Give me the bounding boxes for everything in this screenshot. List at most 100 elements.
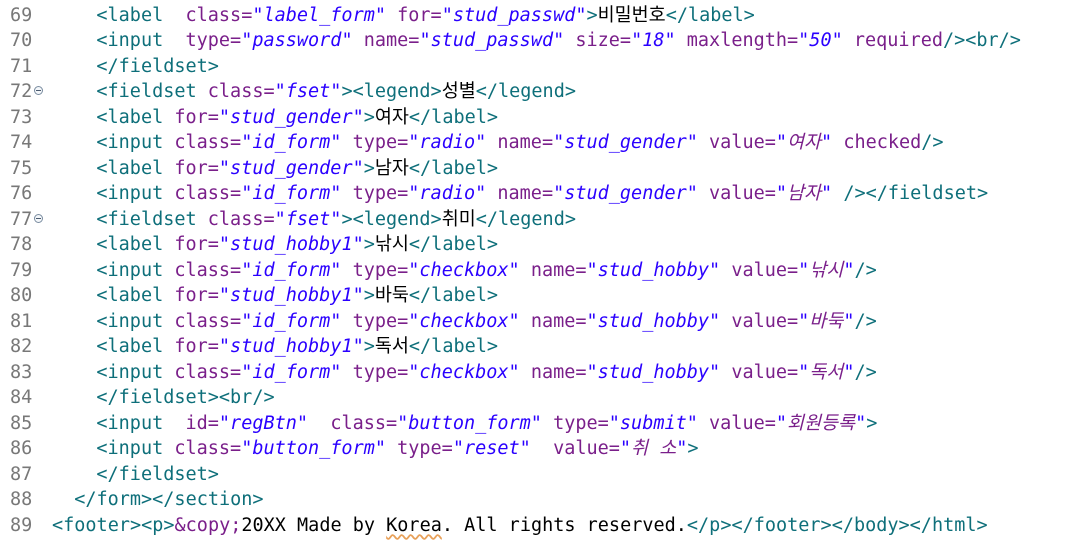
code-token: &copy;: [174, 514, 242, 536]
code-text: </fieldset>: [96, 54, 219, 80]
code-token: <footer><p>: [52, 514, 175, 536]
code-text: <footer><p>&copy;20XX Made by Korea. All…: [52, 513, 988, 539]
code-token: "id_form": [241, 259, 342, 281]
code-line[interactable]: 83 <input class="id_form" type="checkbox"…: [0, 360, 1071, 386]
code-token: 바둑: [374, 285, 409, 306]
code-token: </form></section>: [74, 489, 264, 510]
code-token: name=: [497, 183, 554, 204]
code-token: required: [853, 30, 943, 51]
code-line[interactable]: 74 <input class="id_form" type="radio" na…: [0, 130, 1071, 156]
code-token: class=: [174, 438, 242, 459]
code-line[interactable]: 89 <footer><p>&copy;20XX Made by Korea. A…: [0, 513, 1071, 539]
code-token: id=: [185, 412, 219, 434]
code-text: <input class="id_form" type="checkbox" n…: [96, 258, 876, 284]
code-token: "reset": [452, 438, 531, 459]
code-line[interactable]: 71 </fieldset>: [0, 54, 1071, 80]
code-text: <input class="id_form" type="checkbox" n…: [96, 309, 876, 335]
code-line[interactable]: 82 <label for="stud_hobby1">독서</label>: [0, 334, 1071, 360]
code-token: "stud_hobby": [586, 361, 721, 383]
code-token: "18": [631, 30, 676, 51]
code-token: value=: [709, 412, 776, 434]
code-editor[interactable]: 69 <label class="label_form" for="stud_pa…: [0, 0, 1071, 544]
code-line[interactable]: 80 <label for="stud_hobby1">바둑</label>: [0, 283, 1071, 309]
code-token: <label: [96, 234, 175, 255]
code-token: <input: [96, 412, 186, 434]
line-number: 85: [10, 412, 33, 434]
code-token: >: [586, 4, 598, 26]
code-token: 남자: [374, 157, 409, 179]
code-token: value=: [553, 438, 620, 459]
code-token: type=: [397, 438, 453, 459]
code-text: <label for="stud_hobby1">독서</label>: [96, 334, 498, 360]
code-line[interactable]: 70 <input type="password" name="stud_pass…: [0, 28, 1071, 54]
code-token: for=: [174, 336, 219, 357]
fold-collapse-icon[interactable]: [34, 86, 43, 95]
code-line[interactable]: 79 <input class="id_form" type="checkbox"…: [0, 258, 1071, 284]
code-token: "radio": [408, 132, 487, 153]
code-token: type=: [553, 412, 609, 434]
code-line[interactable]: 69 <label class="label_form" for="stud_pa…: [0, 3, 1071, 29]
code-token: >: [866, 412, 878, 434]
code-token: <input: [96, 30, 186, 51]
code-line[interactable]: 77 <fieldset class="fset"><legend>취미</leg…: [0, 207, 1071, 233]
code-token: type=: [352, 361, 409, 383]
fold-collapse-icon[interactable]: [34, 213, 43, 223]
code-token: ": [619, 438, 632, 459]
code-line[interactable]: 72 <fieldset class="fset"><legend>성별</leg…: [0, 79, 1071, 105]
code-text: <input class="button_form" type="reset" …: [96, 436, 698, 462]
code-token: <input: [96, 183, 175, 204]
code-token: </fieldset><br/>: [96, 387, 275, 408]
code-token: class=: [174, 361, 242, 383]
code-line[interactable]: 84 </fieldset><br/>: [0, 385, 1071, 411]
code-line[interactable]: 73 <label for="stud_gender">여자</label>: [0, 105, 1071, 131]
line-number: 78: [10, 234, 33, 255]
code-token: ": [843, 259, 855, 281]
line-number: 79: [10, 259, 33, 281]
code-token: "stud_gender": [553, 132, 698, 153]
code-text: <input id="regBtn" class="button_form" t…: [96, 411, 877, 437]
code-line[interactable]: 88 </form></section>: [0, 487, 1071, 513]
code-token: ": [798, 259, 810, 281]
code-line[interactable]: 81 <input class="id_form" type="checkbox"…: [0, 309, 1071, 335]
code-text: <input class="id_form" type="radio" name…: [96, 181, 988, 207]
code-token: name=: [530, 310, 587, 332]
code-token: "stud_hobby1": [218, 285, 364, 306]
code-token: </p></footer></body></html>: [686, 514, 988, 536]
code-token: "label_form": [252, 4, 386, 26]
code-line[interactable]: 76 <input class="id_form" type="radio" na…: [0, 181, 1071, 207]
code-token: "button_form": [397, 412, 542, 434]
line-number: 74: [10, 132, 33, 153]
line-number: 82: [10, 336, 33, 357]
code-token: "stud_hobby1": [218, 336, 364, 357]
code-text: <label class="label_form" for="stud_pass…: [96, 3, 754, 29]
code-token: />: [854, 310, 877, 332]
code-token: type=: [352, 183, 409, 204]
code-token: name=: [497, 132, 554, 153]
code-token: "stud_gender": [218, 106, 364, 128]
code-token: /><br/>: [942, 30, 1021, 51]
code-text: </fieldset><br/>: [96, 385, 274, 411]
code-token: class=: [174, 132, 242, 153]
code-token: ": [843, 310, 855, 332]
code-line[interactable]: 86 <input class="button_form" type="reset…: [0, 436, 1071, 462]
code-token: value=: [709, 132, 776, 153]
code-line[interactable]: 75 <label for="stud_gender">남자</label>: [0, 156, 1071, 182]
code-line[interactable]: 87 </fieldset>: [0, 462, 1071, 488]
code-line[interactable]: 78 <label for="stud_hobby1">낚시</label>: [0, 232, 1071, 258]
code-token: "stud_gender": [218, 157, 364, 179]
code-token: ": [775, 412, 787, 434]
code-token: ": [798, 361, 810, 383]
code-line[interactable]: 85 <input id="regBtn" class="button_form"…: [0, 411, 1071, 437]
code-token: />: [854, 361, 877, 383]
